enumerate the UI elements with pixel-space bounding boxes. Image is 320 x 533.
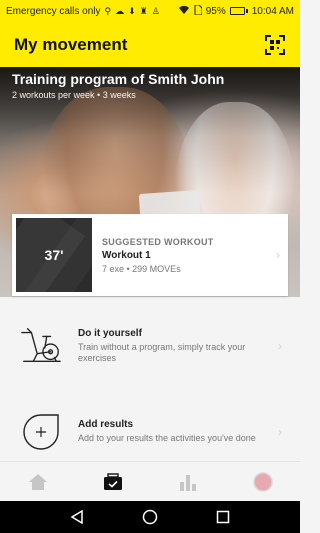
program-title: Training program of Smith John (12, 71, 225, 87)
exercise-bike-icon (18, 323, 64, 369)
add-results-title: Add results (78, 419, 134, 431)
battery-percent: 95% (205, 5, 226, 17)
recents-square-icon (217, 510, 230, 524)
add-results-icon (18, 409, 64, 455)
bottom-nav-bar (0, 461, 300, 501)
workout-thumbnail: 37' (16, 218, 92, 292)
recents-button[interactable] (214, 508, 232, 526)
do-it-yourself-row[interactable]: Do it yourself Train without a program, … (0, 313, 300, 379)
nav-home[interactable] (0, 462, 75, 501)
suggested-workout-label: SUGGESTED WORKOUT (102, 236, 214, 247)
chevron-right-icon: › (278, 339, 282, 353)
nav-workouts[interactable] (75, 462, 150, 501)
add-results-row[interactable]: Add results Add to your results the acti… (0, 399, 300, 465)
app-bar: My movement (0, 22, 300, 67)
wifi-icon (178, 5, 190, 17)
qr-scan-icon (265, 34, 285, 55)
page-title: My movement (14, 34, 128, 54)
do-it-yourself-title: Do it yourself (78, 327, 142, 339)
workout-duration: 37' (44, 247, 64, 263)
workout-meta: 7 exe • 299 MOVEs (102, 263, 181, 274)
stats-bars-icon (179, 474, 196, 491)
status-bar: Emergency calls only ⚲ ☁ ⬇ ♜ ♙ 95% 10:04… (0, 0, 300, 22)
usb-icon: ⚲ (104, 5, 112, 16)
download-icon: ⬇ (128, 5, 136, 16)
notification-icon: ♜ (139, 5, 148, 16)
carrier-text: Emergency calls only (6, 5, 101, 17)
person-icon: ♙ (151, 5, 160, 16)
chevron-right-icon: › (276, 248, 280, 262)
home-icon (28, 473, 47, 490)
home-circle-icon (142, 509, 158, 525)
workout-bag-icon (103, 472, 122, 490)
qr-scan-button[interactable] (264, 34, 286, 56)
clock-time: 10:04 AM (251, 5, 294, 17)
cloud-icon: ☁ (115, 5, 125, 16)
workout-name: Workout 1 (102, 249, 151, 261)
system-nav-bar (0, 501, 300, 533)
profile-avatar-icon (252, 471, 273, 492)
back-triangle-icon (70, 510, 83, 524)
nav-stats[interactable] (150, 462, 225, 501)
nav-profile[interactable] (225, 462, 300, 501)
suggested-workout-card[interactable]: 37' SUGGESTED WORKOUT Workout 1 7 exe • … (12, 214, 288, 296)
battery-icon (229, 7, 248, 15)
sim-icon (194, 4, 203, 17)
add-results-subtitle: Add to your results the activities you'v… (78, 433, 256, 444)
program-subtitle: 2 workouts per week • 3 weeks (12, 90, 136, 100)
do-it-yourself-subtitle: Train without a program, simply track yo… (78, 341, 246, 363)
home-system-button[interactable] (141, 508, 159, 526)
back-button[interactable] (68, 508, 86, 526)
chevron-right-icon: › (278, 425, 282, 439)
